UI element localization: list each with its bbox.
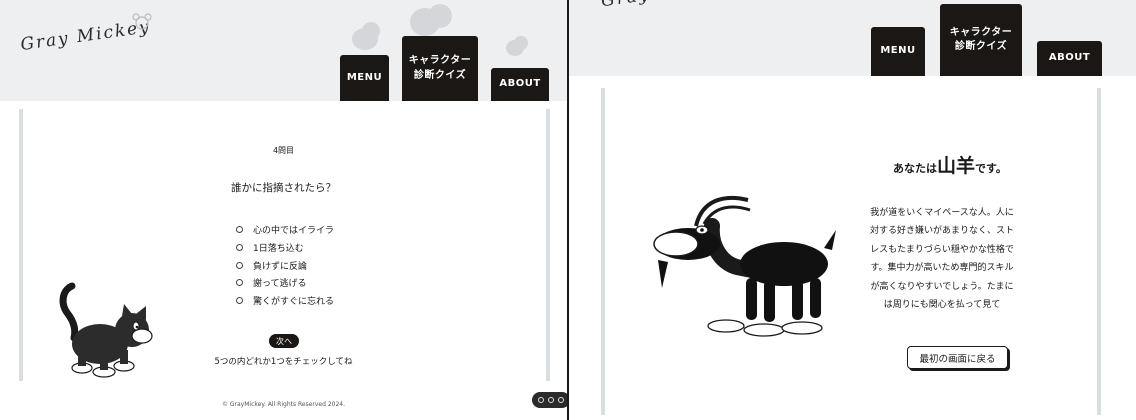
answer-label: 心の中ではイライラ (253, 226, 335, 237)
nav-menu-button[interactable]: MENU (340, 55, 389, 101)
cloud-icon (514, 36, 528, 50)
back-to-start-button[interactable]: 最初の画面に戻る (907, 346, 1008, 369)
quiz-screen: Gray Mickey MENU キャラクター 診断クイズ ABOUT 4問目 … (0, 0, 567, 420)
nav-menu-button[interactable]: MENU (871, 27, 925, 76)
eye-icon[interactable] (548, 397, 554, 403)
result-animal: 山羊 (937, 155, 976, 177)
cloud-icon (362, 22, 380, 40)
menu-icon[interactable] (558, 397, 564, 403)
nav-quiz-button[interactable]: キャラクター 診断クイズ (940, 4, 1022, 76)
floating-toolbar[interactable] (532, 392, 567, 408)
answer-option[interactable]: 1日落ち込む (236, 239, 334, 257)
nav-quiz-label-line2: 診断クイズ (413, 69, 467, 81)
answer-label: 驚くがすぐに忘れる (253, 297, 335, 308)
cat-illustration (59, 282, 153, 378)
result-prefix: あなたは (893, 162, 937, 175)
answer-option[interactable]: 心の中ではイライラ (236, 221, 334, 239)
answer-label: 謝って逃げる (253, 279, 307, 290)
radio-button[interactable] (236, 297, 243, 305)
site-header: Gray Mickey MENU キャラクター 診断クイズ ABOUT (0, 0, 567, 101)
radio-button[interactable] (236, 244, 243, 252)
mouse-head-icon (132, 13, 152, 30)
result-title: あなたは山羊です。 (893, 151, 1007, 178)
nav-quiz-label-line2: 診断クイズ (954, 41, 1008, 52)
answer-label: 負けずに反論 (253, 261, 308, 272)
goat-illustration (653, 195, 836, 337)
nav-about-button[interactable]: ABOUT (491, 68, 549, 101)
footer-copyright: © GrayMickey. All Rights Reserved 2024. (221, 401, 346, 408)
radio-button[interactable] (236, 261, 243, 269)
dual-screenshot: Gray Mickey MENU キャラクター 診断クイズ ABOUT 4問目 … (0, 0, 1136, 420)
answer-option[interactable]: 謝って逃げる (236, 274, 334, 292)
nav-quiz-label-line1: キャラクター (408, 55, 472, 66)
chat-icon[interactable] (538, 397, 544, 403)
card-right-border (1097, 88, 1101, 415)
nav-quiz-label-line1: キャラクター (949, 26, 1013, 38)
radio-button[interactable] (236, 226, 243, 234)
next-button[interactable]: 次へ (269, 334, 299, 348)
cloud-icon (428, 4, 452, 28)
answer-options: 心の中ではイライラ 1日落ち込む 負けずに反論 謝って逃げる 驚くがすぐに忘れる (236, 221, 334, 309)
nav-about-button[interactable]: ABOUT (1037, 41, 1102, 76)
result-suffix: です。 (975, 162, 1007, 175)
site-header: Gray MENU キャラクター 診断クイズ ABOUT (569, 0, 1136, 76)
radio-button[interactable] (236, 279, 243, 287)
card-left-border (601, 88, 605, 415)
nav-quiz-button[interactable]: キャラクター 診断クイズ (402, 36, 478, 101)
question-text: 誰かに指摘されたら？ (231, 182, 336, 194)
site-logo[interactable]: Gray (600, 0, 652, 11)
question-number: 4問目 (272, 146, 295, 155)
answer-option[interactable]: 負けずに反論 (236, 256, 334, 274)
answer-option[interactable]: 驚くがすぐに忘れる (236, 292, 334, 310)
result-description: 我が道をいくマイペースな人。人に対する好き嫌いがあまりなく、ストレスもたまりづら… (869, 208, 1014, 311)
answer-label: 1日落ち込む (253, 244, 304, 255)
